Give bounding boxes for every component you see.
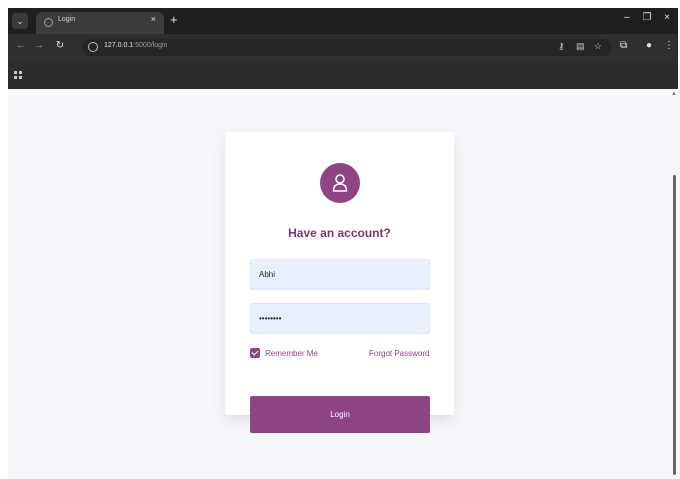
url-text[interactable]: 127.0.0.1:5000/login	[104, 42, 167, 49]
browser-tab[interactable]: Login ×	[36, 12, 164, 34]
login-heading: Have an account?	[288, 226, 391, 240]
scrollbar[interactable]: ▲	[670, 89, 680, 479]
remember-me-checkbox[interactable]	[250, 348, 260, 358]
globe-icon	[44, 18, 53, 27]
menu-icon[interactable]: ⋮	[664, 40, 674, 51]
remember-me-control[interactable]: Remember Me	[250, 348, 318, 358]
bookmarks-bar	[8, 62, 678, 89]
site-info-icon[interactable]	[88, 42, 98, 52]
tab-close-button[interactable]: ×	[151, 14, 156, 24]
extensions-icon[interactable]: ⧉	[620, 40, 627, 51]
browser-toolbar: ← → ↻ 127.0.0.1:5000/login ⚷ ▤ ☆ ⧉ ● ⋮	[8, 34, 678, 62]
tab-title: Login	[58, 16, 76, 23]
profile-icon[interactable]: ●	[646, 40, 652, 51]
address-bar[interactable]: 127.0.0.1:5000/login ⚷ ▤ ☆	[82, 39, 612, 56]
back-button[interactable]: ←	[14, 40, 28, 51]
minimize-button[interactable]: –	[618, 12, 636, 23]
username-field[interactable]	[250, 259, 430, 290]
star-icon[interactable]: ☆	[594, 41, 602, 52]
restore-button[interactable]: ❐	[638, 12, 656, 23]
translate-icon[interactable]: ▤	[576, 41, 585, 52]
remember-me-label: Remember Me	[265, 348, 318, 358]
password-field[interactable]	[250, 303, 430, 334]
tab-strip: ⌄ Login × + – ❐ ×	[8, 8, 678, 34]
reload-button[interactable]: ↻	[53, 40, 67, 51]
login-button[interactable]: Login	[250, 396, 430, 433]
forgot-password-link[interactable]: Forgot Password	[369, 349, 429, 358]
new-tab-button[interactable]: +	[170, 11, 178, 29]
apps-grid-icon[interactable]	[14, 71, 22, 79]
user-avatar	[320, 163, 360, 203]
tab-search-button[interactable]: ⌄	[12, 13, 28, 29]
key-icon[interactable]: ⚷	[558, 41, 565, 52]
scroll-up-icon[interactable]: ▲	[671, 91, 677, 97]
forward-button[interactable]: →	[32, 40, 46, 51]
window-close-button[interactable]: ×	[658, 12, 676, 23]
user-icon	[332, 174, 348, 192]
scrollbar-thumb[interactable]	[673, 175, 676, 475]
